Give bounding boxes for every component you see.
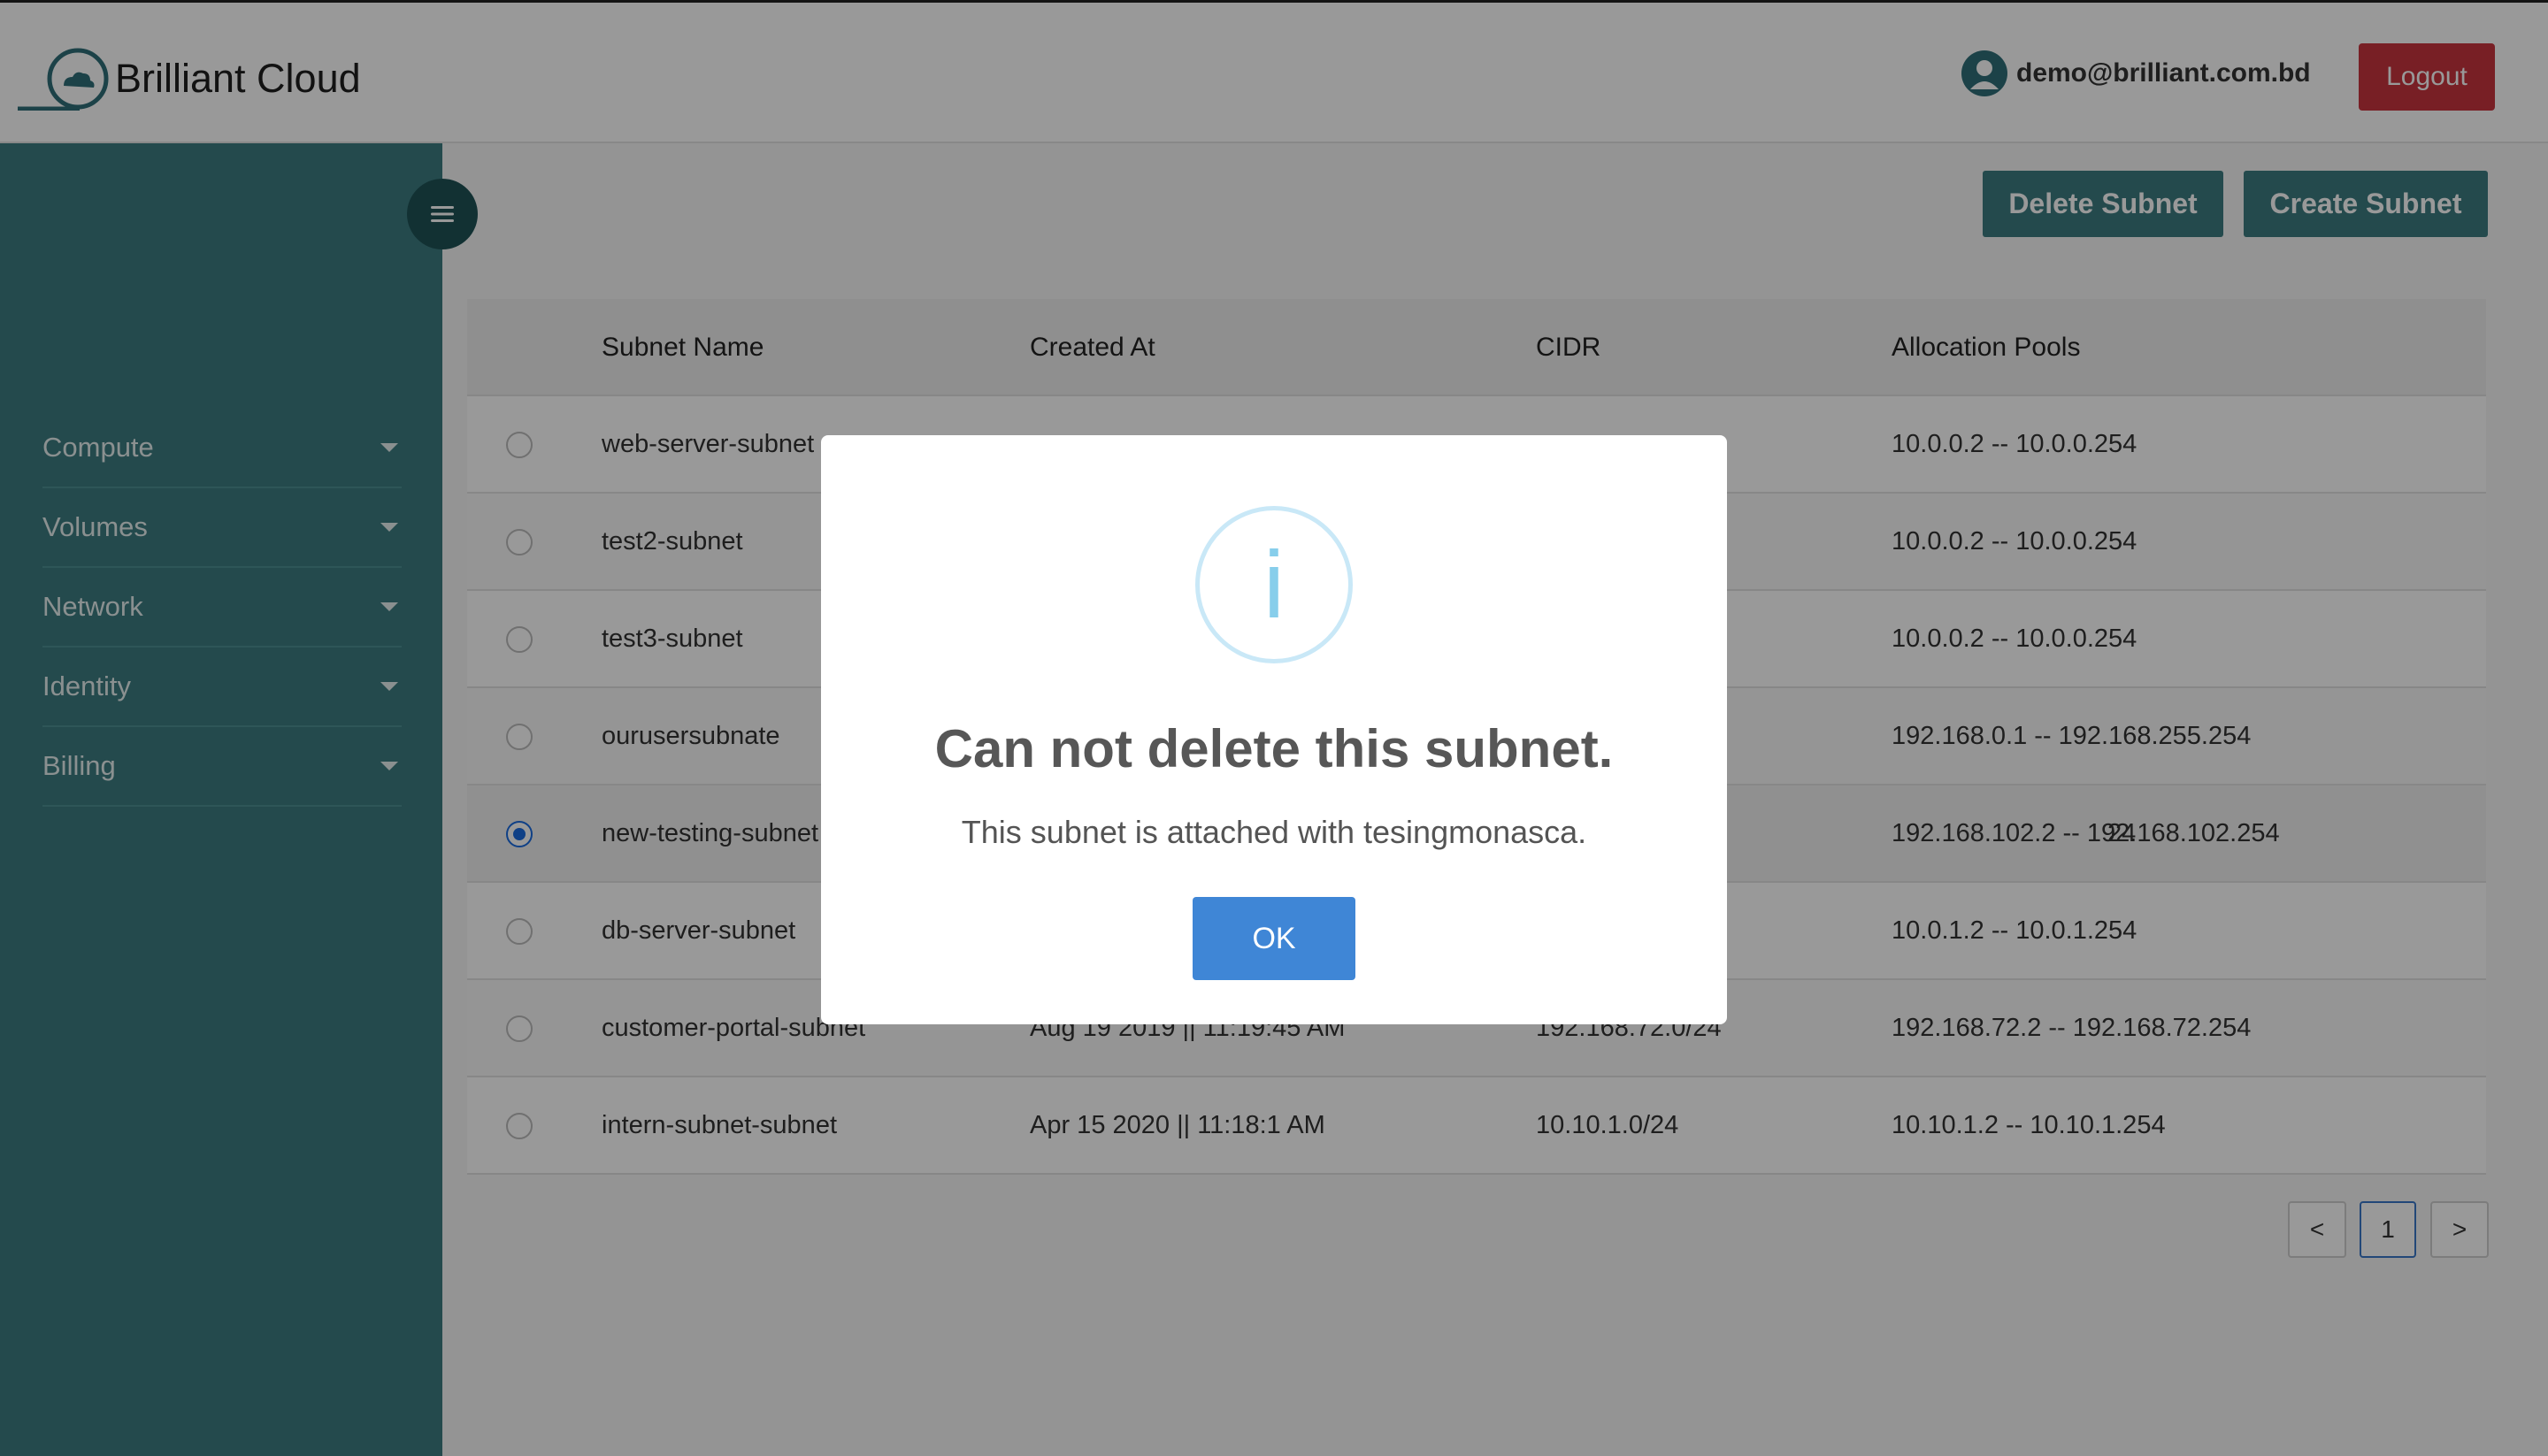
info-icon: i (1195, 506, 1353, 663)
alert-dialog: i Can not delete this subnet. This subne… (821, 435, 1727, 1024)
dialog-title: Can not delete this subnet. (934, 719, 1614, 778)
info-glyph: i (1263, 531, 1285, 638)
dialog-message: This subnet is attached with tesingmonas… (961, 814, 1587, 850)
ok-button[interactable]: OK (1193, 897, 1355, 980)
